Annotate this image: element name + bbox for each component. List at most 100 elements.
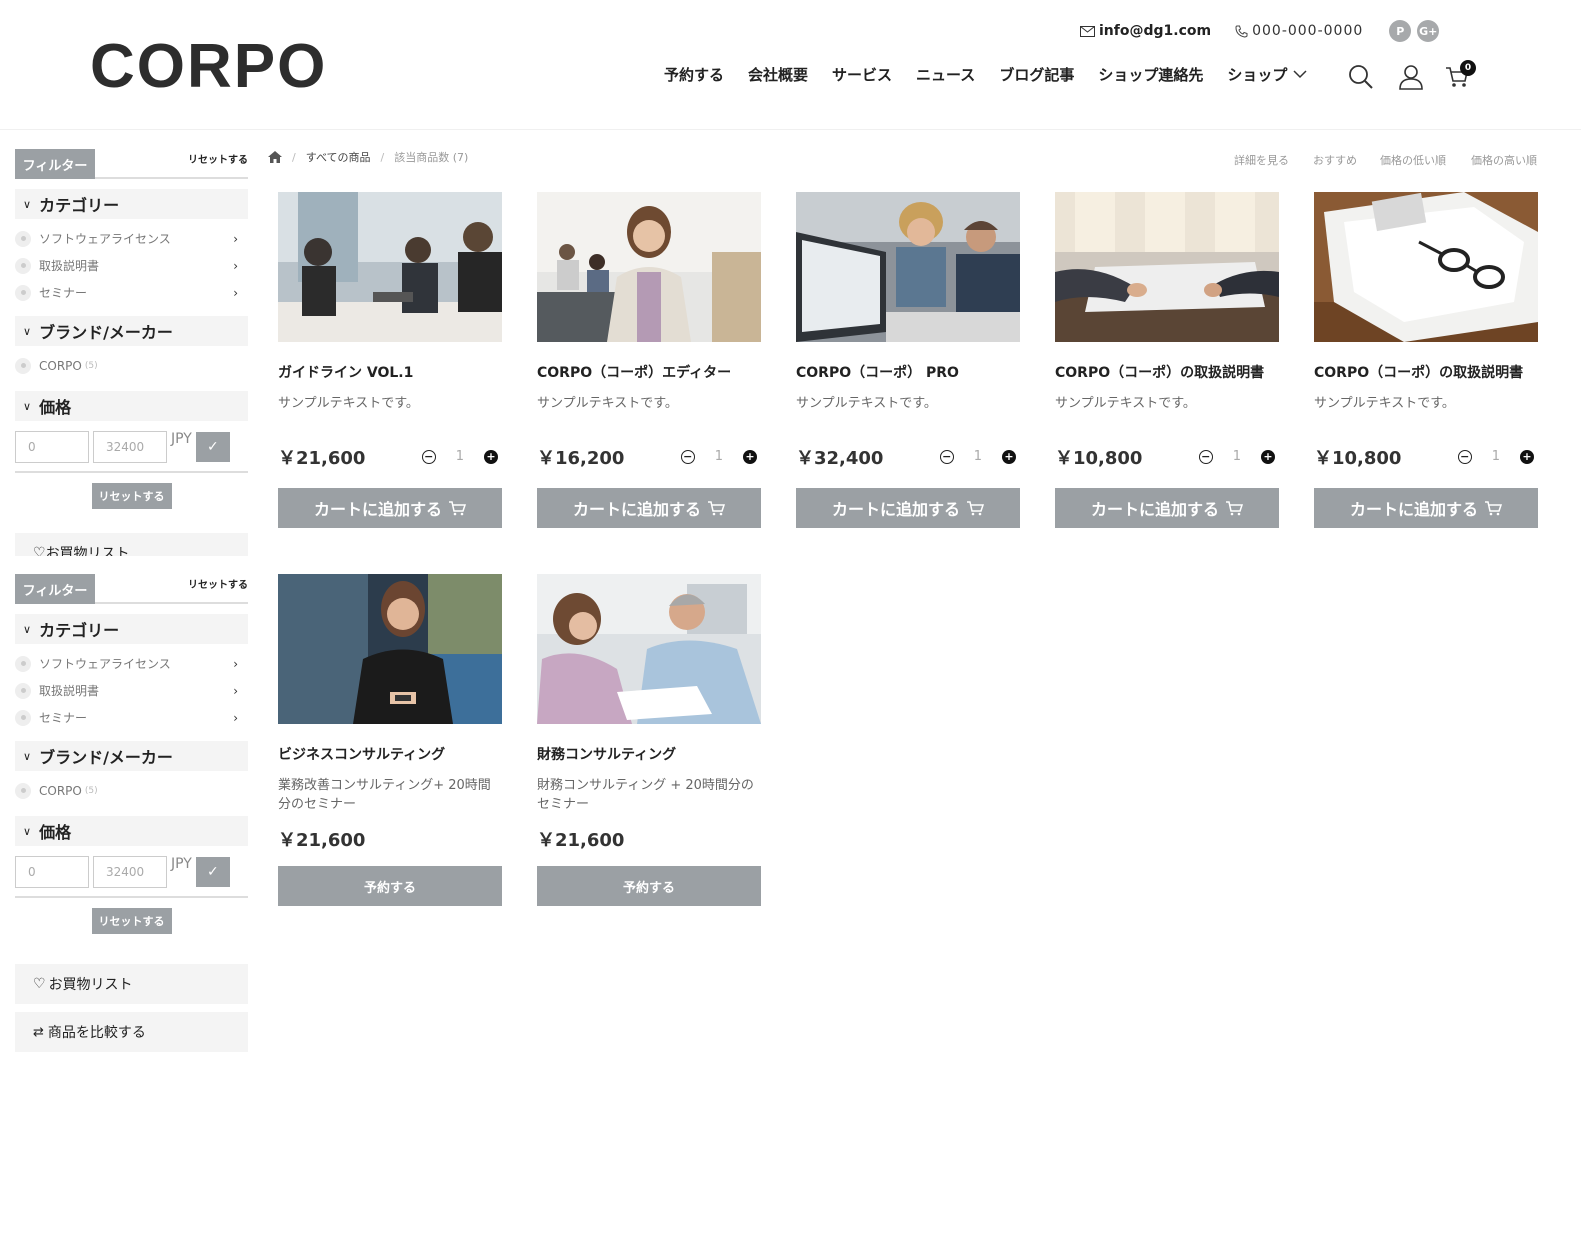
minus-icon[interactable]: − [939,449,954,464]
filter-reset-button[interactable]: リセットする [91,908,172,934]
product-title[interactable]: ビジネスコンサルティング [278,744,502,768]
quantity-value[interactable]: 1 [456,449,464,464]
product-title[interactable]: CORPO（コーポ） PRO [796,362,1020,386]
wishlist-link[interactable]: ♡ お買物リスト [15,964,248,1004]
email-link[interactable]: info@dg1.com [1080,23,1211,39]
product-image[interactable] [278,574,502,724]
radio-button[interactable] [15,357,31,374]
quantity-value[interactable]: 1 [715,449,723,464]
chevron-right-icon[interactable]: › [233,657,238,671]
plus-icon[interactable]: + [743,449,757,464]
compare-link[interactable]: ⇄ 商品を比較する [15,1012,248,1052]
category-item[interactable]: 取扱説明書 › [15,677,248,704]
phone-link[interactable]: 000-000-0000 [1235,23,1363,39]
product-image[interactable] [1055,192,1279,342]
breadcrumb-all-products[interactable]: すべての商品 [306,149,371,165]
filter-reset-link[interactable]: リセットする [188,576,248,591]
apply-price-button[interactable]: ✓ [195,432,230,462]
home-icon[interactable] [268,151,282,163]
quantity-value[interactable]: 1 [974,449,982,464]
apply-price-button[interactable]: ✓ [195,857,230,887]
chevron-right-icon[interactable]: › [233,711,238,725]
category-item[interactable]: セミナー › [15,279,248,306]
sort-detail[interactable]: 詳細を見る [1234,152,1289,168]
brand-item[interactable]: CORPO (5) [15,352,248,379]
category-item[interactable]: ソフトウェアライセンス › [15,225,248,252]
add-to-cart-button[interactable]: カートに追加する [537,488,761,528]
price-max-input[interactable]: 32400 [93,856,167,888]
brand-section-header[interactable]: ∨ ブランド/メーカー [15,741,248,771]
plus-icon[interactable]: + [1520,449,1534,464]
nav-item-services[interactable]: サービス [832,64,892,85]
site-logo[interactable]: CORPO [90,34,327,100]
price-section-header[interactable]: ∨ 価格 [15,816,248,846]
sort-price-high[interactable]: 価格の高い順 [1471,152,1537,168]
filter-reset-link[interactable]: リセットする [188,151,248,166]
radio-button[interactable] [15,257,31,274]
brand-section-header[interactable]: ∨ ブランド/メーカー [15,316,248,346]
product-title[interactable]: CORPO（コーポ）の取扱説明書 [1055,362,1279,386]
chevron-right-icon[interactable]: › [233,232,238,246]
radio-button[interactable] [15,655,31,672]
nav-item-blog[interactable]: ブログ記事 [999,64,1074,85]
category-item[interactable]: セミナー › [15,704,248,731]
radio-button[interactable] [15,782,31,799]
category-item[interactable]: ソフトウェアライセンス › [15,650,248,677]
product-title[interactable]: CORPO（コーポ）の取扱説明書 [1314,362,1538,386]
price-section-header[interactable]: ∨ 価格 [15,391,248,421]
pinterest-icon[interactable]: P [1389,20,1412,42]
plus-icon[interactable]: + [1261,449,1275,464]
user-icon[interactable] [1397,62,1425,92]
product-image[interactable] [1314,192,1538,342]
quantity-value[interactable]: 1 [1492,449,1500,464]
radio-button[interactable] [15,284,31,301]
sort-recommended[interactable]: おすすめ [1313,152,1357,168]
category-section-header[interactable]: ∨ カテゴリー [15,614,248,644]
price-max-input[interactable]: 32400 [93,431,167,463]
minus-icon[interactable]: − [421,449,436,464]
add-to-cart-button[interactable]: カートに追加する [1314,488,1538,528]
chevron-right-icon[interactable]: › [233,286,238,300]
plus-icon[interactable]: + [484,449,498,464]
sort-price-low[interactable]: 価格の低い順 [1380,152,1446,168]
brand-item[interactable]: CORPO (5) [15,777,248,804]
price-min-input[interactable]: 0 [15,856,89,888]
radio-button[interactable] [15,682,31,699]
nav-item-news[interactable]: ニュース [916,64,975,85]
category-item[interactable]: 取扱説明書 › [15,252,248,279]
search-icon[interactable] [1347,62,1375,92]
radio-button[interactable] [15,230,31,247]
chevron-right-icon[interactable]: › [233,259,238,273]
nav-item-about[interactable]: 会社概要 [748,64,808,85]
minus-icon[interactable]: − [1457,449,1472,464]
product-image[interactable] [278,192,502,342]
add-to-cart-button[interactable]: カートに追加する [278,488,502,528]
product-image[interactable] [796,192,1020,342]
add-to-cart-label: カートに追加する [1090,500,1219,519]
add-to-cart-button[interactable]: カートに追加する [1055,488,1279,528]
plus-icon[interactable]: + [1002,449,1016,464]
google-plus-icon[interactable]: G+ [1417,20,1440,42]
chevron-right-icon[interactable]: › [233,684,238,698]
product-title[interactable]: CORPO（コーポ）エディター [537,362,761,386]
nav-item-reserve[interactable]: 予約する [664,64,724,85]
book-button[interactable]: 予約する [537,866,761,906]
price-min-input[interactable]: 0 [15,431,89,463]
filter-header: フィルター リセットする [15,149,248,179]
product-title[interactable]: 財務コンサルティング [537,744,761,768]
product-title[interactable]: ガイドライン VOL.1 [278,362,502,386]
add-to-cart-button[interactable]: カートに追加する [796,488,1020,528]
filter-reset-button[interactable]: リセットする [91,483,172,509]
product-image[interactable] [537,574,761,724]
minus-icon[interactable]: − [680,449,695,464]
book-button[interactable]: 予約する [278,866,502,906]
nav-item-shop-contact[interactable]: ショップ連絡先 [1098,64,1203,85]
product-image[interactable] [537,192,761,342]
minus-icon[interactable]: − [1198,449,1213,464]
chevron-down-icon[interactable] [1293,70,1307,79]
wishlist-link-clipped[interactable]: ♡ お買物リスト [15,533,248,556]
radio-button[interactable] [15,709,31,726]
category-section-header[interactable]: ∨ カテゴリー [15,189,248,219]
nav-item-shop[interactable]: ショップ [1227,64,1287,85]
quantity-value[interactable]: 1 [1233,449,1241,464]
